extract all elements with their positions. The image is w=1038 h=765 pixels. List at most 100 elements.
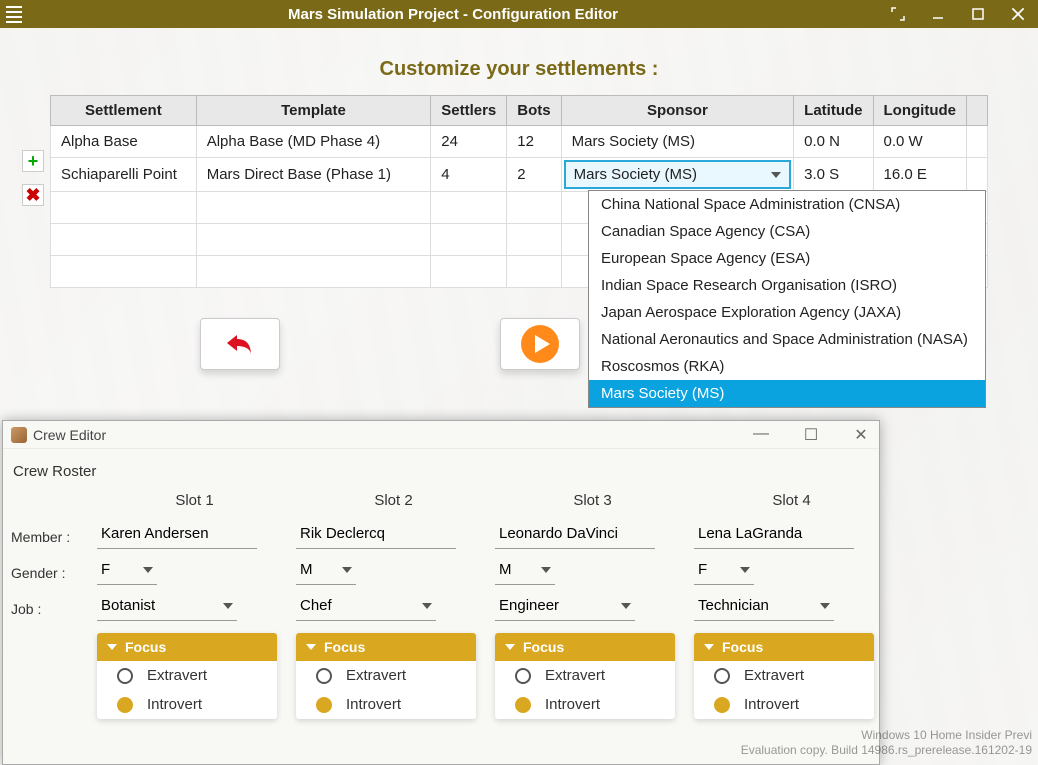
chevron-down-icon — [143, 567, 153, 573]
cell-lat[interactable]: 0.0 N — [794, 126, 873, 158]
cell-bots[interactable]: 2 — [507, 158, 561, 192]
cell-sponsor-active[interactable]: Mars Society (MS) — [561, 158, 794, 192]
focus-option-introvert[interactable]: Introvert — [97, 690, 277, 719]
focus-option-introvert[interactable]: Introvert — [694, 690, 874, 719]
cell-template[interactable]: Mars Direct Base (Phase 1) — [196, 158, 431, 192]
crew-minimize-button[interactable]: — — [751, 425, 771, 445]
col-settlement[interactable]: Settlement — [51, 96, 197, 126]
chevron-down-icon — [704, 644, 714, 650]
sponsor-dropdown[interactable]: Mars Society (MS) — [564, 160, 792, 189]
maximize-button[interactable] — [958, 0, 998, 28]
sponsor-dropdown-list[interactable]: China National Space Administration (CNS… — [588, 190, 986, 408]
col-extra — [966, 96, 987, 126]
crew-maximize-button[interactable]: ☐ — [801, 425, 821, 445]
col-longitude[interactable]: Longitude — [873, 96, 966, 126]
crew-app-icon — [11, 427, 27, 443]
window-title: Mars Simulation Project - Configuration … — [28, 6, 878, 23]
col-sponsor[interactable]: Sponsor — [561, 96, 794, 126]
focus-panel-3: Focus Extravert Introvert — [495, 633, 675, 719]
slot-4-header: Slot 4 — [694, 486, 889, 519]
job-select-1[interactable]: Botanist — [97, 591, 237, 621]
chevron-down-icon — [107, 644, 117, 650]
gender-select-1[interactable]: F — [97, 555, 157, 585]
gender-select-3[interactable]: M — [495, 555, 555, 585]
fullscreen-button[interactable] — [878, 0, 918, 28]
job-select-4[interactable]: Technician — [694, 591, 834, 621]
chevron-down-icon — [223, 603, 233, 609]
delete-row-button[interactable]: ✖ — [22, 184, 44, 206]
crew-window-title: Crew Editor — [33, 427, 751, 443]
chevron-down-icon — [541, 567, 551, 573]
sponsor-option[interactable]: National Aeronautics and Space Administr… — [589, 326, 985, 353]
focus-panel-2: Focus Extravert Introvert — [296, 633, 476, 719]
slot-1-header: Slot 1 — [97, 486, 292, 519]
minimize-button[interactable] — [918, 0, 958, 28]
run-button[interactable] — [500, 318, 580, 370]
cell-settlers[interactable]: 4 — [431, 158, 507, 192]
cell-bots[interactable]: 12 — [507, 126, 561, 158]
focus-option-extravert[interactable]: Extravert — [495, 661, 675, 690]
slot-3-header: Slot 3 — [495, 486, 690, 519]
focus-header[interactable]: Focus — [694, 633, 874, 661]
sponsor-option[interactable]: China National Space Administration (CNS… — [589, 191, 985, 218]
focus-option-extravert[interactable]: Extravert — [296, 661, 476, 690]
gender-label: Gender : — [11, 555, 93, 591]
sponsor-value: Mars Society (MS) — [574, 166, 697, 183]
focus-option-introvert[interactable]: Introvert — [296, 690, 476, 719]
chevron-down-icon — [505, 644, 515, 650]
focus-header[interactable]: Focus — [495, 633, 675, 661]
chevron-down-icon — [621, 603, 631, 609]
gender-select-2[interactable]: M — [296, 555, 356, 585]
cell-settlement[interactable]: Alpha Base — [51, 126, 197, 158]
chevron-down-icon — [820, 603, 830, 609]
focus-header[interactable]: Focus — [296, 633, 476, 661]
sponsor-option[interactable]: Roscosmos (RKA) — [589, 353, 985, 380]
cell-lon[interactable]: 16.0 E — [873, 158, 966, 192]
undo-button[interactable] — [200, 318, 280, 370]
table-row[interactable]: Schiaparelli Point Mars Direct Base (Pha… — [51, 158, 988, 192]
cell-settlement[interactable]: Schiaparelli Point — [51, 158, 197, 192]
slot-2-header: Slot 2 — [296, 486, 491, 519]
chevron-down-icon — [740, 567, 750, 573]
job-select-2[interactable]: Chef — [296, 591, 436, 621]
focus-panel-1: Focus Extravert Introvert — [97, 633, 277, 719]
cell-template[interactable]: Alpha Base (MD Phase 4) — [196, 126, 431, 158]
sponsor-option[interactable]: Canadian Space Agency (CSA) — [589, 218, 985, 245]
member-input-1[interactable] — [97, 519, 257, 549]
add-row-button[interactable]: + — [22, 150, 44, 172]
col-settlers[interactable]: Settlers — [431, 96, 507, 126]
gender-select-4[interactable]: F — [694, 555, 754, 585]
col-template[interactable]: Template — [196, 96, 431, 126]
chevron-down-icon — [342, 567, 352, 573]
cell-settlers[interactable]: 24 — [431, 126, 507, 158]
member-input-4[interactable] — [694, 519, 854, 549]
close-button[interactable] — [998, 0, 1038, 28]
sponsor-option[interactable]: Japan Aerospace Exploration Agency (JAXA… — [589, 299, 985, 326]
crew-titlebar[interactable]: Crew Editor — ☐ ✕ — [3, 421, 879, 449]
focus-option-extravert[interactable]: Extravert — [694, 661, 874, 690]
focus-option-extravert[interactable]: Extravert — [97, 661, 277, 690]
crew-editor-window[interactable]: Crew Editor — ☐ ✕ Crew Roster Slot 1 Slo… — [2, 420, 880, 765]
crew-close-button[interactable]: ✕ — [851, 425, 871, 445]
sponsor-option[interactable]: European Space Agency (ESA) — [589, 245, 985, 272]
focus-panel-4: Focus Extravert Introvert — [694, 633, 874, 719]
table-row[interactable]: Alpha Base Alpha Base (MD Phase 4) 24 12… — [51, 126, 988, 158]
menu-icon[interactable] — [0, 0, 28, 28]
col-latitude[interactable]: Latitude — [794, 96, 873, 126]
titlebar[interactable]: Mars Simulation Project - Configuration … — [0, 0, 1038, 28]
chevron-down-icon — [771, 172, 781, 178]
job-select-3[interactable]: Engineer — [495, 591, 635, 621]
sponsor-option-selected[interactable]: Mars Society (MS) — [589, 380, 985, 407]
member-input-3[interactable] — [495, 519, 655, 549]
cell-lat[interactable]: 3.0 S — [794, 158, 873, 192]
focus-header[interactable]: Focus — [97, 633, 277, 661]
section-title: Customize your settlements : — [0, 28, 1038, 95]
member-label: Member : — [11, 519, 93, 555]
sponsor-option[interactable]: Indian Space Research Organisation (ISRO… — [589, 272, 985, 299]
cell-lon[interactable]: 0.0 W — [873, 126, 966, 158]
member-input-2[interactable] — [296, 519, 456, 549]
focus-option-introvert[interactable]: Introvert — [495, 690, 675, 719]
windows-watermark: Windows 10 Home Insider Previ Evaluation… — [741, 728, 1032, 759]
col-bots[interactable]: Bots — [507, 96, 561, 126]
cell-sponsor[interactable]: Mars Society (MS) — [561, 126, 794, 158]
